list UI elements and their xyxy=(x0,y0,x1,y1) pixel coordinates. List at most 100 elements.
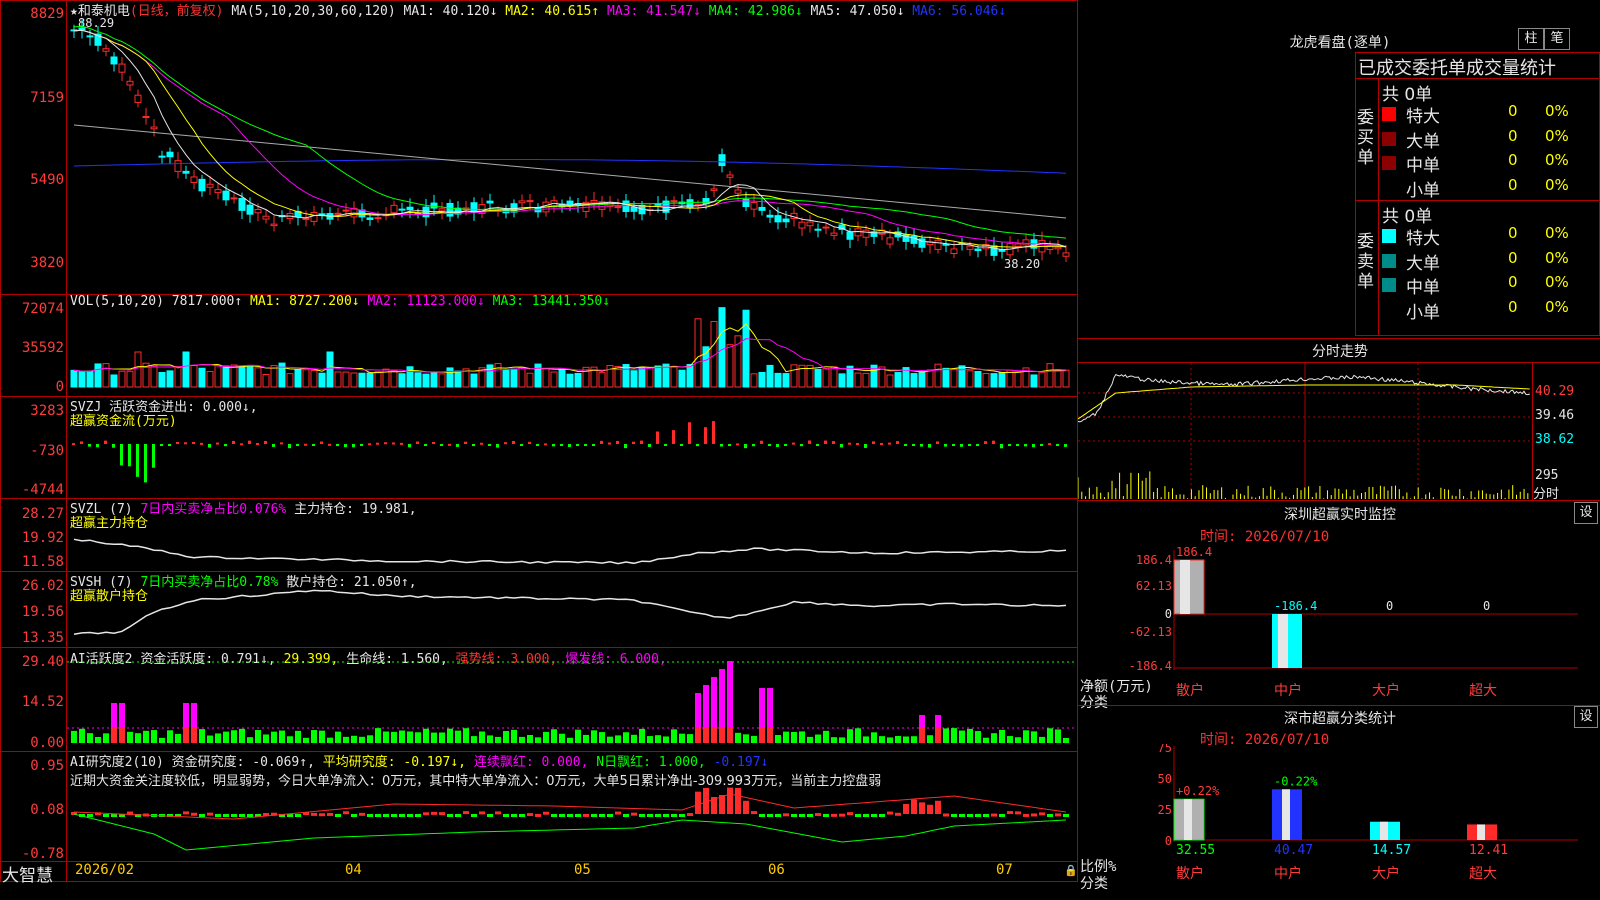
svzj-tick: 3283 xyxy=(30,403,64,419)
svg-text:25: 25 xyxy=(1158,803,1172,817)
intraday-chart[interactable] xyxy=(1078,363,1532,499)
row-color-swatch xyxy=(1382,131,1396,146)
row-color-swatch xyxy=(1382,278,1396,292)
sz-monitor-top-divider xyxy=(1077,500,1600,501)
header-divider xyxy=(1355,78,1600,79)
svg-text:超大: 超大 xyxy=(1469,683,1497,699)
svg-text:12.41: 12.41 xyxy=(1469,843,1508,858)
svg-text:0: 0 xyxy=(1386,599,1393,613)
intraday-axis xyxy=(1532,362,1533,500)
buy-orders-label: 委买单 xyxy=(1357,108,1374,168)
row-name: 特大 xyxy=(1406,229,1440,249)
row-count: 0 xyxy=(1508,248,1518,267)
ai-active-tick: 29.40 xyxy=(21,654,64,670)
ai-active-tick: 14.52 xyxy=(21,694,64,710)
svzl-line xyxy=(73,538,1067,565)
candles xyxy=(70,19,1070,262)
sz-class-chart: 75 50 25 0 32.55 +0.22% 40.47 -0.22% 14.57 12.41 散… xyxy=(1158,744,1578,882)
ai-research-tick: 0.95 xyxy=(30,758,64,774)
sz-monitor-title: 深圳超赢实时监控 xyxy=(1284,507,1396,523)
svzl-tick: 19.92 xyxy=(21,530,64,546)
pen-mode-button[interactable]: 笔 xyxy=(1544,28,1570,50)
row-count: 0 xyxy=(1508,224,1518,242)
x-axis-label: 04 xyxy=(345,862,362,878)
row-name: 大单 xyxy=(1406,253,1440,274)
label-divider xyxy=(1378,78,1379,336)
sz-monitor-settings-button[interactable]: 设 xyxy=(1574,502,1598,524)
svg-text:-186.4: -186.4 xyxy=(1274,599,1317,613)
volume-ma1-line xyxy=(73,323,1067,374)
row-count: 0 xyxy=(1508,297,1518,316)
svg-text:75: 75 xyxy=(1158,744,1172,755)
svg-text:14.57: 14.57 xyxy=(1372,843,1411,858)
svg-text:50: 50 xyxy=(1158,772,1172,786)
row-count: 0 xyxy=(1508,151,1518,169)
row-count: 0 xyxy=(1508,273,1518,291)
sz-class-settings-button[interactable]: 设 xyxy=(1574,706,1598,728)
volume-tick: 35592 xyxy=(21,340,64,356)
intraday-top-divider xyxy=(1077,338,1600,339)
ai-active-tick: 0.00 xyxy=(30,735,64,751)
row-count: 0 xyxy=(1508,102,1518,120)
svg-text:中户: 中户 xyxy=(1274,682,1302,699)
sz-monitor-chart: 186.4 62.13 0 -62.13 -186.4 186.4 -186.4 0 0 散户 中户… xyxy=(1129,545,1578,699)
row-percent: 0% xyxy=(1545,273,1569,291)
price-tick: 8829 xyxy=(30,6,64,22)
svg-text:大户: 大户 xyxy=(1372,682,1400,699)
intraday-title: 分时走势 xyxy=(1312,344,1368,360)
svg-text:32.55: 32.55 xyxy=(1176,843,1215,858)
svsh-tick: 19.56 xyxy=(21,604,64,620)
svsh-tick: 13.35 xyxy=(21,630,64,646)
svg-text:186.4: 186.4 xyxy=(1176,545,1212,559)
dragon-tiger-title: 龙虎看盘(逐单) xyxy=(1289,35,1391,51)
svg-text:186.4: 186.4 xyxy=(1136,553,1172,567)
divider-x-axis xyxy=(0,861,1078,862)
buy-sell-divider xyxy=(1355,200,1600,201)
svg-text:0: 0 xyxy=(1483,599,1490,613)
svg-text:-186.4: -186.4 xyxy=(1129,659,1172,673)
svzl-tick: 28.27 xyxy=(21,506,64,522)
row-percent: 0% xyxy=(1545,175,1569,194)
svg-text:中户: 中户 xyxy=(1274,865,1302,882)
svg-text:散户: 散户 xyxy=(1176,682,1204,699)
ai-research-tick: -0.78 xyxy=(21,846,64,862)
lock-icon[interactable]: 🔒 xyxy=(1064,864,1078,877)
svsh-line xyxy=(73,589,1067,635)
order-stats-header: 已成交委托单成交量统计 xyxy=(1358,58,1556,79)
row-color-swatch xyxy=(1382,156,1396,170)
row-percent: 0% xyxy=(1545,126,1569,145)
svg-text:+0.22%: +0.22% xyxy=(1176,784,1220,798)
svg-text:大户: 大户 xyxy=(1372,865,1400,882)
bar-mode-button[interactable]: 柱 xyxy=(1518,28,1544,50)
row-name: 大单 xyxy=(1406,131,1440,152)
ai-research-tick: 0.08 xyxy=(30,802,64,818)
svg-text:超大: 超大 xyxy=(1469,866,1497,882)
svg-text:0: 0 xyxy=(1165,607,1172,621)
x-axis-label: 07 xyxy=(996,862,1013,878)
row-name: 中单 xyxy=(1406,278,1440,298)
svzj-tick: -730 xyxy=(30,443,64,459)
row-color-swatch xyxy=(1382,180,1396,195)
svg-text:40.47: 40.47 xyxy=(1274,843,1313,858)
row-name: 小单 xyxy=(1406,302,1440,323)
row-color-swatch xyxy=(1382,253,1396,268)
price-tick: 7159 xyxy=(30,90,64,106)
row-color-swatch xyxy=(1382,107,1396,121)
candlestick-chart[interactable] xyxy=(67,0,1077,294)
sz-class-title: 深市超赢分类统计 xyxy=(1284,711,1396,727)
x-axis-label: 2026/02 xyxy=(75,862,135,878)
intraday-price-tick: 40.29 xyxy=(1535,384,1575,399)
svzj-bars xyxy=(72,421,1067,483)
intraday-price-tick: 39.46 xyxy=(1535,408,1575,423)
volume-tick: 72074 xyxy=(21,301,64,317)
intraday-price-tick: 38.62 xyxy=(1535,432,1575,447)
svzl-tick: 11.58 xyxy=(21,554,64,570)
volume-bars xyxy=(70,307,1070,388)
row-count: 0 xyxy=(1508,175,1518,194)
x-axis-label: 05 xyxy=(574,862,591,878)
ai-research-bars xyxy=(71,787,1069,851)
ma1-line xyxy=(73,29,1067,251)
x-axis-label: 06 xyxy=(768,862,785,878)
svg-text:62.13: 62.13 xyxy=(1136,579,1172,593)
price-tick: 5490 xyxy=(30,172,64,188)
